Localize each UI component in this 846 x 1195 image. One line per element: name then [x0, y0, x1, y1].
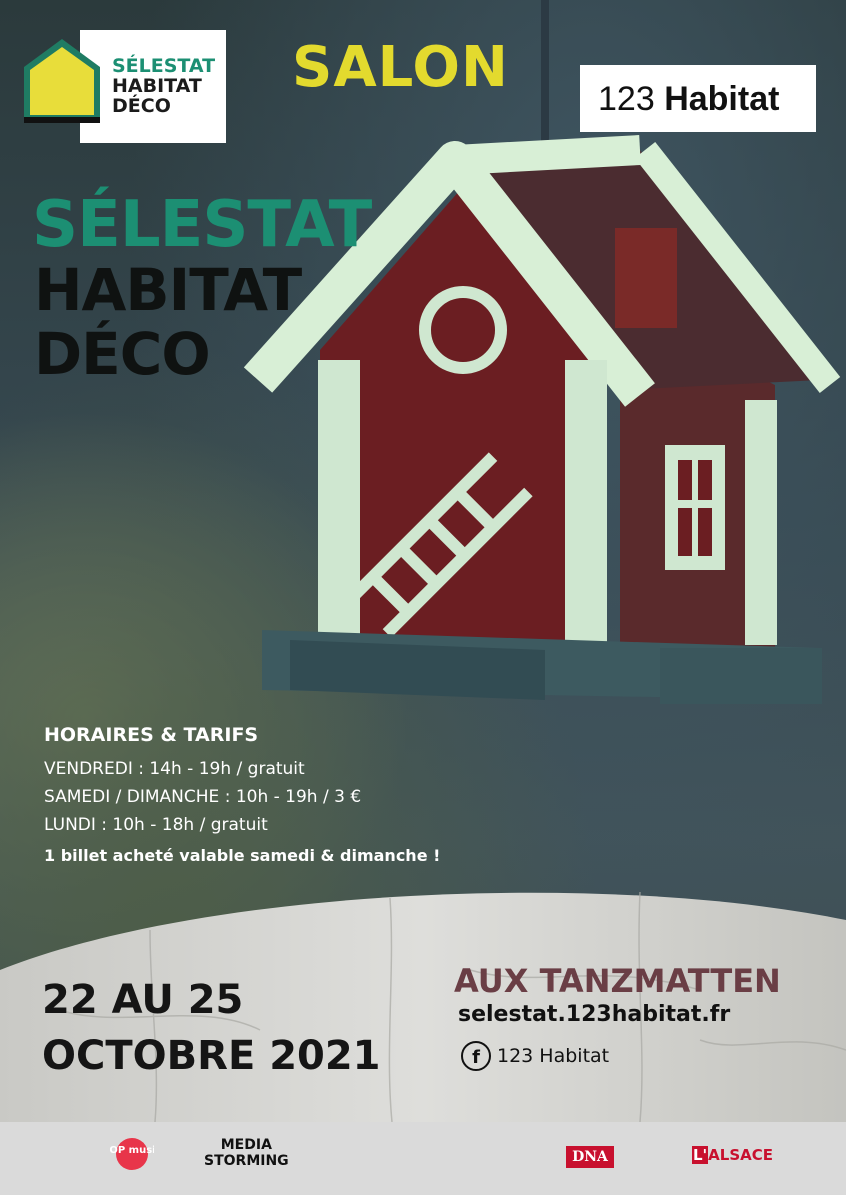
facebook-icon: f: [461, 1041, 491, 1071]
facebook-label[interactable]: 123 Habitat: [497, 1045, 609, 1067]
topmusic-logo: TOP music: [110, 1138, 154, 1170]
topmusic-text: TOP music: [110, 1145, 154, 1156]
alsace-prefix: L': [692, 1146, 709, 1164]
logo-text: SÉLESTAT HABITAT DÉCO: [112, 56, 215, 116]
lalsace-logo: L'ALSACE: [692, 1146, 773, 1164]
poster: SÉLESTAT HABITAT DÉCO SALON 123 Habitat …: [0, 0, 846, 1195]
venue: AUX TANZMATTEN: [454, 962, 781, 1000]
hours-heading: HORAIRES & TARIFS: [44, 724, 259, 746]
alsace-word: ALSACE: [708, 1146, 773, 1164]
ticket-note: 1 billet acheté valable samedi & dimanch…: [44, 846, 441, 865]
title-line3: DÉCO: [34, 320, 211, 388]
logo-line3: DÉCO: [112, 95, 171, 117]
date-line2: OCTOBRE 2021: [42, 1033, 381, 1079]
brand-word: Habitat: [664, 80, 780, 118]
brand-number: 123: [598, 80, 655, 118]
media-line1: MEDIA: [220, 1137, 272, 1153]
date-line1: 22 AU 25: [42, 977, 244, 1023]
media-line2: STORMING: [204, 1153, 289, 1169]
dna-logo: DNA: [566, 1146, 614, 1168]
svg-text:f: f: [472, 1047, 480, 1068]
logo-line2: HABITAT: [112, 75, 202, 97]
title-line1: SÉLESTAT: [32, 188, 372, 262]
title-line2: HABITAT: [34, 256, 302, 324]
hours-row-monday: LUNDI : 10h - 18h / gratuit: [44, 815, 268, 835]
website-link[interactable]: selestat.123habitat.fr: [458, 1002, 730, 1027]
event-date: 22 AU 25 OCTOBRE 2021: [42, 972, 381, 1084]
house-puzzle-icon: [24, 39, 100, 123]
logo-line1: SÉLESTAT: [112, 55, 216, 77]
hours-row-friday: VENDREDI : 14h - 19h / gratuit: [44, 759, 305, 779]
salon-heading: SALON: [292, 35, 509, 100]
mediastorming-logo: MEDIA STORMING: [204, 1137, 289, 1169]
title-block: HABITAT DÉCO: [34, 256, 302, 388]
hours-row-weekend: SAMEDI / DIMANCHE : 10h - 19h / 3 €: [44, 787, 362, 807]
brand-logo: 123 Habitat: [598, 80, 779, 119]
